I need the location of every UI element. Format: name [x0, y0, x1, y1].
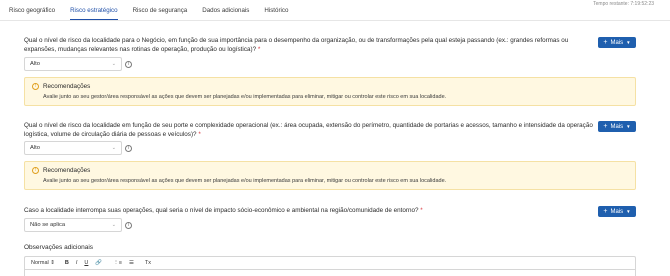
plus-icon: + — [603, 123, 608, 130]
rich-text-editor[interactable]: Normal ⇕ B I U 🔗 ⋮≡ ☰ Tx — [24, 256, 636, 276]
italic-button[interactable]: I — [76, 260, 78, 266]
mais-label: Mais — [610, 208, 624, 215]
question-2: Qual o nível de risco da localidade em f… — [24, 122, 599, 139]
question-1-text: Qual o nível de risco da localidade para… — [24, 37, 569, 53]
tab-bar: Risco geográfico Risco estratégico Risco… — [9, 6, 303, 20]
bold-button[interactable]: B — [65, 260, 69, 266]
ordered-list-icon[interactable]: ⋮≡ — [113, 260, 122, 266]
recommendation-title: Recomendações — [43, 167, 91, 174]
info-icon[interactable]: i — [125, 61, 132, 68]
tab-risco-geografico[interactable]: Risco geográfico — [9, 6, 55, 20]
clear-format-icon[interactable]: Tx — [145, 260, 151, 266]
tab-risco-seguranca[interactable]: Risco de segurança — [133, 6, 188, 20]
observacoes-label: Observações adicionais — [24, 244, 94, 251]
editor-toolbar: Normal ⇕ B I U 🔗 ⋮≡ ☰ Tx — [25, 257, 635, 270]
mais-button-2[interactable]: + Mais ▼ — [598, 121, 636, 132]
mais-label: Mais — [610, 123, 624, 130]
chevron-down-icon: ▼ — [626, 209, 631, 214]
plus-icon: + — [603, 39, 608, 46]
link-icon[interactable]: 🔗 — [95, 260, 102, 266]
chevron-down-icon: ▼ — [626, 124, 631, 129]
recommendation-title: Recomendações — [43, 83, 91, 90]
time-remaining: Tempo restante: 7:19:52:23 — [593, 1, 654, 7]
required-marker: * — [198, 130, 201, 138]
recommendation-box-1: ! Recomendações Avalie junto ao seu gest… — [24, 77, 636, 106]
tab-risco-estrategico[interactable]: Risco estratégico — [70, 6, 118, 20]
select-value: Alto — [30, 61, 40, 67]
impact-level-select[interactable]: Não se aplica ⌄ — [24, 218, 122, 232]
chevron-down-icon: ⌄ — [111, 222, 116, 228]
format-select[interactable]: Normal ⇕ — [31, 260, 55, 266]
recommendation-text: Avalie junto ao seu gestor/área responsá… — [43, 94, 447, 100]
mais-button-3[interactable]: + Mais ▼ — [598, 206, 636, 217]
required-marker: * — [420, 207, 423, 214]
risk-level-select-2[interactable]: Alto ⌄ — [24, 141, 122, 155]
select-value: Não se aplica — [30, 222, 66, 228]
info-icon[interactable]: i — [125, 222, 132, 229]
risk-level-select-1[interactable]: Alto ⌄ — [24, 57, 122, 71]
question-3: Caso a localidade interrompa suas operaç… — [24, 207, 584, 216]
chevron-down-icon: ⌄ — [111, 61, 116, 67]
tab-divider — [0, 20, 670, 21]
required-marker: * — [257, 45, 261, 53]
underline-button[interactable]: U — [84, 260, 88, 266]
select-value: Alto — [30, 145, 40, 151]
tab-dados-adicionais[interactable]: Dados adicionais — [202, 6, 249, 20]
mais-button-1[interactable]: + Mais ▼ — [598, 37, 636, 48]
warning-icon: ! — [32, 83, 39, 90]
question-1: Qual o nível de risco da localidade para… — [24, 37, 584, 54]
chevron-down-icon: ▼ — [626, 40, 631, 45]
question-2-text: Qual o nível de risco da localidade em f… — [24, 122, 593, 138]
tab-historico[interactable]: Histórico — [264, 6, 288, 20]
recommendation-box-2: ! Recomendações Avalie junto ao seu gest… — [24, 161, 636, 190]
chevron-down-icon: ⌄ — [111, 145, 116, 151]
recommendation-text: Avalie junto ao seu gestor/área responsá… — [43, 178, 447, 184]
question-3-text: Caso a localidade interrompa suas operaç… — [24, 207, 419, 214]
warning-icon: ! — [32, 167, 39, 174]
format-select-value: Normal — [31, 260, 49, 266]
mais-label: Mais — [610, 39, 624, 46]
info-icon[interactable]: i — [125, 145, 132, 152]
bullet-list-icon[interactable]: ☰ — [129, 260, 134, 266]
plus-icon: + — [603, 208, 608, 215]
